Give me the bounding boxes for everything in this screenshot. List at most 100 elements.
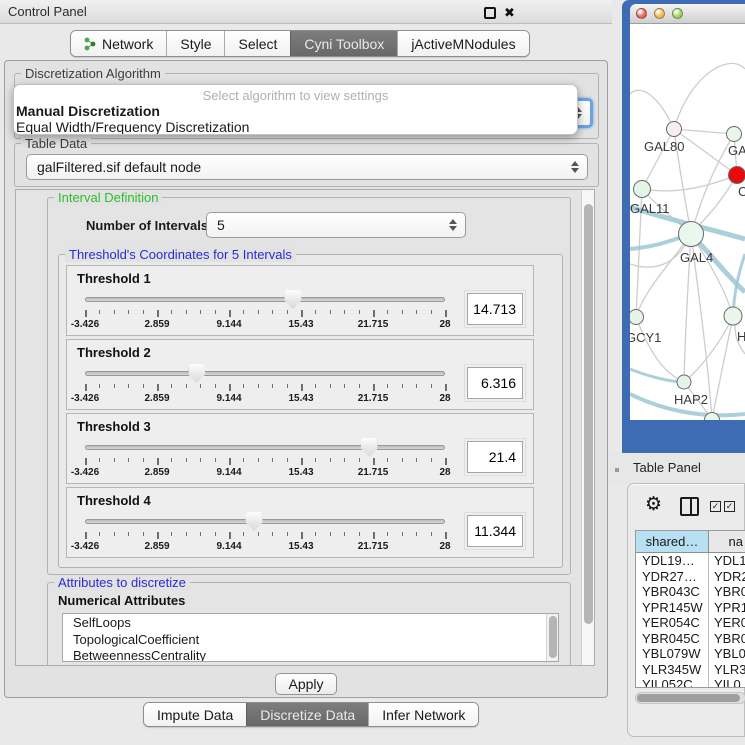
slider-tick: [215, 384, 216, 388]
bottom-tab-infer-network[interactable]: Infer Network: [368, 703, 478, 726]
checkbox-icon[interactable]: ✓: [724, 501, 735, 512]
attribute-list-item[interactable]: SelfLoops: [63, 614, 558, 631]
threshold-value-field[interactable]: [467, 293, 523, 325]
threshold-slider[interactable]: -3.4262.8599.14415.4321.71528: [77, 436, 453, 478]
network-view-window[interactable]: GAL80GACGAL11GAL4GCY1HHAP2: [622, 0, 745, 453]
threshold-value-field[interactable]: [467, 441, 523, 473]
table-column-header[interactable]: shared…: [636, 531, 709, 552]
bottom-tab-impute-data[interactable]: Impute Data: [144, 703, 246, 726]
table-cell: YBR0: [709, 584, 745, 600]
attributes-group: Attributes to discretize Numerical Attri…: [47, 582, 571, 666]
slider-tick: [330, 532, 331, 536]
mac-minimize-icon[interactable]: [654, 8, 665, 19]
tab-jactivemnodules[interactable]: jActiveMNodules: [397, 31, 528, 56]
attributes-scrollbar-thumb[interactable]: [549, 616, 557, 658]
network-node[interactable]: [630, 310, 644, 325]
slider-tick: [171, 384, 172, 388]
threshold-slider[interactable]: -3.4262.8599.14415.4321.71528: [77, 362, 453, 404]
table-row[interactable]: YBR043CYBR0: [636, 584, 745, 600]
slider-tick-label: 9.144: [216, 541, 241, 552]
slider-tick: [200, 532, 201, 536]
mac-close-icon[interactable]: [636, 8, 647, 19]
window-title: Control Panel: [8, 4, 87, 19]
threshold-slider[interactable]: -3.4262.8599.14415.4321.71528: [77, 288, 453, 330]
algorithm-option[interactable]: Manual Discretization: [14, 103, 577, 119]
slider-thumb[interactable]: [188, 364, 205, 383]
checkbox-icon[interactable]: ✓: [710, 501, 721, 512]
tab-network[interactable]: Network: [71, 31, 166, 56]
slider-tick-label: -3.426: [71, 467, 99, 478]
split-view-icon[interactable]: [680, 497, 699, 516]
attribute-list-item[interactable]: TopologicalCoefficient: [63, 631, 558, 648]
gear-icon[interactable]: ⚙: [645, 493, 662, 516]
table-row[interactable]: YPR145WYPR1: [636, 600, 745, 616]
tab-label: Network: [102, 36, 153, 52]
network-node[interactable]: [727, 127, 742, 142]
table-data-group: Table Data galFiltered.sif default node: [14, 143, 599, 187]
close-icon[interactable]: ✖: [504, 5, 515, 21]
attribute-list-item[interactable]: BetweennessCentrality: [63, 647, 558, 662]
bottom-tab-discretize-data[interactable]: Discretize Data: [246, 703, 368, 726]
slider-thumb[interactable]: [246, 512, 263, 531]
slider-tick-label: 2.859: [144, 541, 169, 552]
slider-tick: [272, 458, 273, 462]
slider-tick-label: 21.715: [358, 319, 389, 330]
table-row[interactable]: YBR045CYBR0: [636, 631, 745, 647]
threshold-label: Threshold 2: [77, 345, 523, 360]
table-hscrollbar-thumb[interactable]: [637, 694, 740, 702]
slider-tick: [114, 532, 115, 536]
table-row[interactable]: YIL052CYIL0: [636, 677, 745, 688]
table-hscrollbar[interactable]: [635, 692, 745, 704]
tab-style[interactable]: Style: [166, 31, 224, 56]
network-node[interactable]: [677, 375, 691, 389]
slider-tick: [157, 310, 159, 317]
threshold-slider[interactable]: -3.4262.8599.14415.4321.71528: [77, 510, 453, 552]
apply-button[interactable]: Apply: [275, 673, 337, 695]
network-node-label: HAP2: [674, 392, 708, 407]
number-of-intervals-label: Number of Intervals: [86, 218, 208, 233]
number-of-intervals-combo[interactable]: 5: [206, 212, 466, 238]
network-canvas[interactable]: GAL80GACGAL11GAL4GCY1HHAP2: [630, 24, 745, 420]
slider-tick: [387, 310, 388, 314]
slider-tick: [402, 458, 403, 462]
slider-tick: [200, 458, 201, 462]
network-icon: [84, 36, 97, 51]
slider-thumb[interactable]: [361, 438, 378, 457]
slider-tick: [85, 384, 87, 391]
slider-tick: [315, 532, 316, 536]
tab-label: Infer Network: [382, 707, 465, 723]
control-panel-tabbar: Network StyleSelect Cyni Toolbox jActiveMNo…: [70, 30, 530, 57]
network-node[interactable]: [667, 122, 682, 137]
table-row[interactable]: YLR345WYLR3: [636, 662, 745, 678]
tab-label: Cyni Toolbox: [304, 36, 384, 52]
table-data-combo[interactable]: galFiltered.sif default node: [26, 154, 588, 180]
tab-select[interactable]: Select: [224, 31, 290, 56]
mac-zoom-icon[interactable]: [672, 8, 683, 19]
table-row[interactable]: YDL19…YDL1: [636, 553, 745, 569]
float-window-icon[interactable]: [484, 7, 496, 19]
network-node[interactable]: [724, 307, 742, 325]
number-of-intervals-value: 5: [217, 217, 225, 233]
threshold-value-field[interactable]: [467, 515, 523, 547]
slider-tick: [344, 384, 345, 388]
network-node[interactable]: [634, 181, 651, 198]
slider-thumb[interactable]: [284, 290, 301, 309]
network-node[interactable]: [679, 222, 704, 247]
settings-scrollbar[interactable]: [581, 190, 594, 665]
slider-tick-label: 28: [439, 393, 450, 404]
table-row[interactable]: YDR27…YDR2: [636, 569, 745, 585]
attributes-scrollbar[interactable]: [546, 614, 558, 661]
table-panel-card: ⚙ ✓ ✓ shared…naYDL19…YDL1YDR27…YDR2YBR04…: [627, 483, 745, 737]
tab-cyni-toolbox[interactable]: Cyni Toolbox: [290, 31, 397, 56]
algorithm-option[interactable]: Equal Width/Frequency Discretization: [14, 119, 577, 135]
threshold-panel: Threshold 1-3.4262.8599.14415.4321.71528: [66, 265, 534, 336]
slider-tick: [272, 310, 273, 314]
table-row[interactable]: YER054CYER0: [636, 615, 745, 631]
threshold-value-field[interactable]: [467, 367, 523, 399]
network-node[interactable]: [729, 167, 745, 184]
table-row[interactable]: YBL079WYBL0: [636, 646, 745, 662]
panel-resize-handle[interactable]: [615, 468, 619, 472]
slider-tick-label: 2.859: [144, 393, 169, 404]
settings-scrollbar-thumb[interactable]: [584, 204, 593, 624]
table-column-header[interactable]: na: [709, 531, 745, 552]
